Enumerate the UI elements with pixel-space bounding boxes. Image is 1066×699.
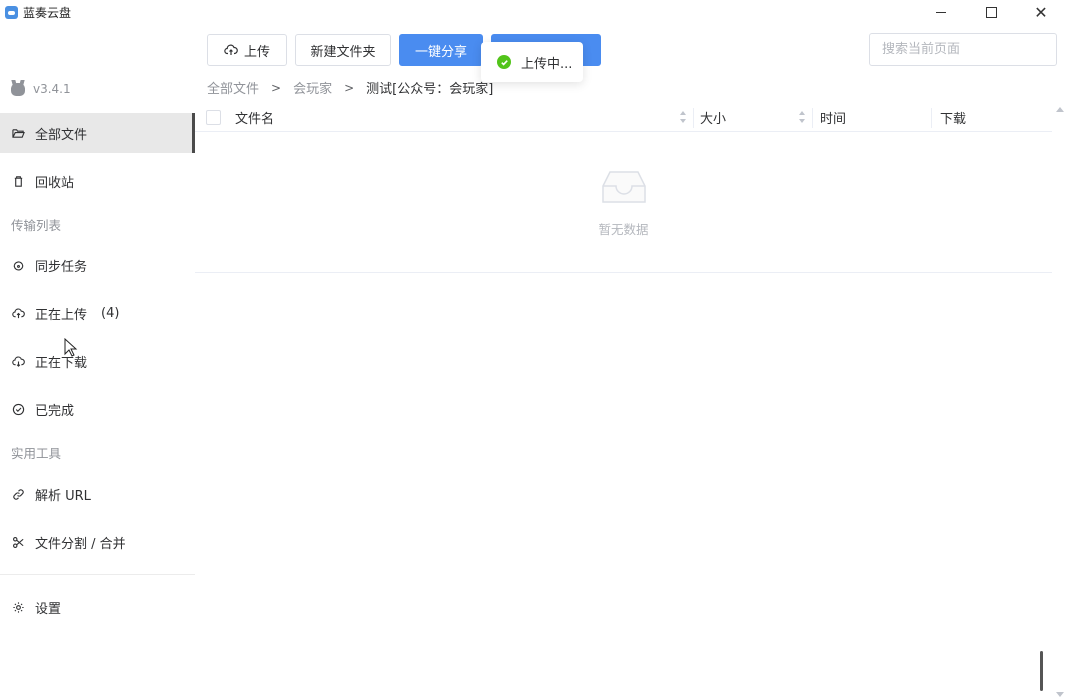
- column-header-time[interactable]: 时间: [820, 103, 930, 132]
- link-icon: [11, 487, 25, 501]
- sidebar-item-completed[interactable]: 已完成: [0, 389, 195, 429]
- file-table-body: 暂无数据: [195, 132, 1052, 273]
- cloud-download-icon: [11, 354, 25, 368]
- github-icon: [11, 82, 25, 96]
- toast-message: 上传中...: [521, 56, 573, 72]
- sidebar-item-file-split-merge[interactable]: 文件分割 / 合并: [0, 522, 195, 562]
- chevron-right-icon: >: [344, 80, 355, 95]
- empty-inbox-icon: [597, 168, 651, 208]
- sidebar-item-sync-tasks[interactable]: 同步任务: [0, 245, 195, 285]
- version-label: v3.4.1: [33, 82, 71, 96]
- minimize-icon[interactable]: [916, 0, 966, 24]
- breadcrumb: 全部文件 > 会玩家 > 测试[公众号：会玩家]: [207, 78, 494, 98]
- sidebar-item-settings[interactable]: 设置: [0, 587, 195, 627]
- sidebar-item-label: 正在下载: [35, 355, 88, 371]
- new-folder-button[interactable]: 新建文件夹: [295, 34, 391, 66]
- cloud-upload-icon: [11, 306, 25, 320]
- cloud-upload-icon: [224, 43, 238, 57]
- close-icon[interactable]: ✕: [1016, 0, 1066, 24]
- sidebar-item-downloading[interactable]: 正在下载: [0, 341, 195, 381]
- mouse-cursor-icon: [64, 338, 78, 357]
- sidebar-item-all-files[interactable]: 全部文件: [0, 113, 195, 153]
- sidebar-item-label: 全部文件: [35, 127, 88, 143]
- upload-button[interactable]: 上传: [207, 34, 287, 66]
- scroll-thumb[interactable]: [1040, 651, 1043, 691]
- trash-icon: [11, 174, 25, 188]
- upload-button-label: 上传: [243, 44, 270, 60]
- scroll-up-icon[interactable]: [1056, 107, 1064, 112]
- app-logo-icon: [5, 5, 18, 19]
- window-controls: ✕: [916, 0, 1066, 24]
- sort-icon[interactable]: [799, 111, 806, 123]
- version-info[interactable]: v3.4.1: [11, 82, 71, 96]
- success-check-icon: [497, 55, 511, 69]
- sort-icon[interactable]: [680, 111, 687, 123]
- folder-open-icon: [11, 126, 25, 140]
- sidebar-item-label: 回收站: [35, 175, 75, 191]
- column-divider: [931, 108, 932, 128]
- file-table-header: 文件名 大小 时间 下载: [195, 103, 1052, 132]
- sidebar-divider: [0, 574, 195, 575]
- title-bar: 蓝奏云盘 ✕: [0, 0, 1066, 24]
- sync-icon: [11, 258, 25, 272]
- section-label-transfer: 传输列表: [11, 218, 62, 233]
- column-header-label: 下载: [940, 112, 967, 127]
- column-header-label: 时间: [820, 112, 847, 127]
- breadcrumb-item[interactable]: 全部文件: [207, 78, 259, 97]
- breadcrumb-current: 测试[公众号：会玩家]: [366, 82, 494, 97]
- upload-count-badge: (4): [101, 305, 120, 321]
- chevron-right-icon: >: [271, 80, 282, 95]
- app-title: 蓝奏云盘: [23, 5, 72, 20]
- gear-icon: [11, 600, 25, 614]
- column-divider: [812, 108, 813, 128]
- sidebar-item-uploading[interactable]: 正在上传 (4): [0, 293, 195, 333]
- breadcrumb-item[interactable]: 会玩家: [293, 78, 332, 97]
- share-button[interactable]: 一键分享: [399, 34, 483, 66]
- sidebar-item-label: 同步任务: [35, 259, 88, 275]
- scissors-icon: [11, 535, 25, 549]
- empty-state-text: 暂无数据: [598, 222, 649, 237]
- search-input[interactable]: [869, 33, 1057, 66]
- sidebar-item-label: 文件分割 / 合并: [35, 536, 126, 552]
- new-folder-button-label: 新建文件夹: [310, 44, 376, 60]
- column-header-size[interactable]: 大小: [700, 103, 810, 132]
- vertical-scrollbar[interactable]: [1040, 103, 1066, 699]
- column-header-download[interactable]: 下载: [940, 103, 1040, 132]
- sidebar-item-label: 设置: [35, 601, 62, 617]
- sidebar-item-label: 解析 URL: [35, 488, 91, 504]
- sidebar-item-parse-url[interactable]: 解析 URL: [0, 474, 195, 514]
- sidebar-item-recycle-bin[interactable]: 回收站: [0, 161, 195, 201]
- scroll-down-icon[interactable]: [1056, 692, 1064, 697]
- column-header-label: 大小: [700, 112, 727, 127]
- share-button-label: 一键分享: [414, 44, 467, 60]
- maximize-icon[interactable]: [966, 0, 1016, 24]
- select-all-checkbox[interactable]: [206, 110, 221, 125]
- sidebar-item-label: 正在上传: [35, 307, 88, 323]
- section-label-tools: 实用工具: [11, 446, 62, 461]
- sidebar: v3.4.1 全部文件 回收站 传输列表 同步任务 正在上传 (4) 正在下载: [0, 24, 195, 699]
- column-divider: [693, 108, 694, 128]
- column-header-label: 文件名: [235, 112, 275, 127]
- upload-toast: 上传中...: [481, 42, 583, 82]
- column-header-filename[interactable]: 文件名: [235, 103, 693, 132]
- check-circle-icon: [11, 402, 25, 416]
- sidebar-item-label: 已完成: [35, 403, 75, 419]
